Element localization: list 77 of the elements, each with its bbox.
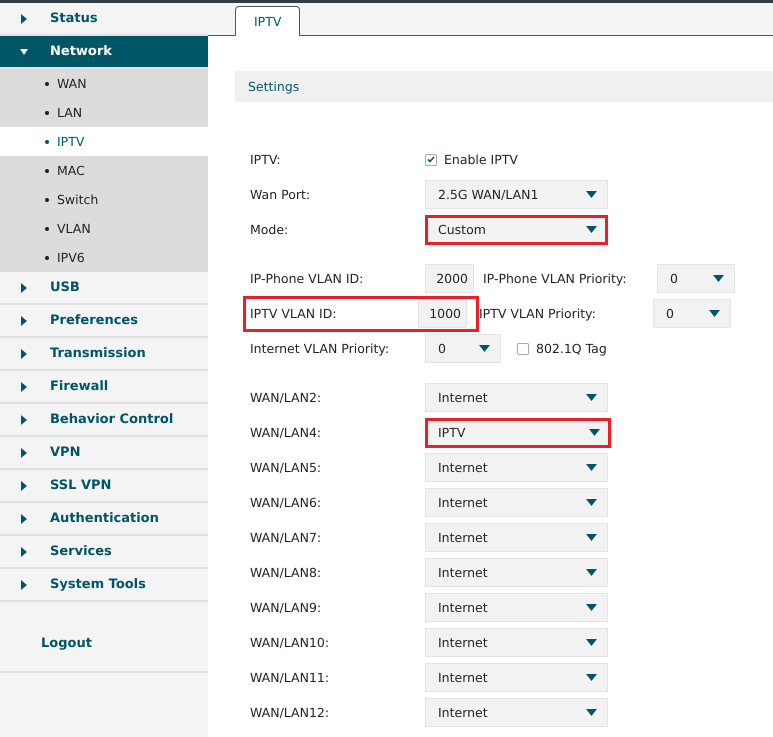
section-title: Settings xyxy=(248,79,300,94)
caret-right-icon xyxy=(20,514,28,524)
dropdown[interactable]: Internet xyxy=(425,453,608,482)
nav-item[interactable]: Network xyxy=(0,36,208,69)
caret-down-icon xyxy=(20,46,28,56)
field-label: WAN/LAN8: xyxy=(250,565,322,580)
caret-right-icon xyxy=(20,348,28,358)
nav-subitem[interactable]: MAC xyxy=(0,156,208,185)
dropdown[interactable]: Internet xyxy=(425,663,608,692)
field-label: Internet VLAN Priority: xyxy=(250,341,390,356)
field-label: WAN/LAN10: xyxy=(250,635,330,650)
dropdown[interactable]: 2.5G WAN/LAN1 xyxy=(425,180,608,209)
field-label: IPTV VLAN ID: xyxy=(250,306,338,321)
dropdown[interactable]: Internet xyxy=(425,488,608,517)
caret-icon xyxy=(479,345,490,352)
dropdown[interactable]: Internet xyxy=(425,593,608,622)
nav-subitem[interactable]: IPV6 xyxy=(0,243,208,272)
caret-icon xyxy=(713,275,724,282)
caret-icon xyxy=(586,569,597,576)
field-label: IP-Phone VLAN Priority: xyxy=(483,271,628,286)
field-label: IP-Phone VLAN ID: xyxy=(250,271,364,286)
caret-icon xyxy=(586,639,597,646)
input-field[interactable]: 2000 xyxy=(425,264,474,293)
caret-right-icon xyxy=(20,316,28,326)
nav-subitem[interactable]: IPTV xyxy=(0,127,208,156)
caret-icon xyxy=(586,394,597,401)
caret-icon xyxy=(589,429,600,436)
nav-subitem[interactable]: LAN xyxy=(0,98,208,127)
caret-right-icon xyxy=(20,546,28,556)
checkbox[interactable] xyxy=(517,342,529,354)
caret-right-icon xyxy=(20,448,28,458)
caret-icon xyxy=(586,464,597,471)
caret-right-icon xyxy=(20,580,28,590)
field-label: Wan Port: xyxy=(250,187,312,202)
dropdown[interactable]: IPTV xyxy=(425,418,611,448)
field-label: WAN/LAN2: xyxy=(250,390,322,405)
field-label: Mode: xyxy=(250,222,290,237)
caret-right-icon xyxy=(20,282,28,292)
tab[interactable]: IPTV xyxy=(235,6,300,36)
field-label: WAN/LAN5: xyxy=(250,460,322,475)
dropdown[interactable]: 0 xyxy=(425,334,501,363)
field-label: IPTV: xyxy=(250,152,282,167)
dropdown[interactable]: Internet xyxy=(425,698,608,727)
dropdown[interactable]: 0 xyxy=(653,299,731,328)
field-label: IPTV VLAN Priority: xyxy=(479,306,597,321)
checkbox-label: 802.1Q Tag xyxy=(536,341,607,356)
input-field[interactable]: 1000 xyxy=(418,299,467,328)
caret-icon xyxy=(586,674,597,681)
checkbox-label: Enable IPTV xyxy=(444,152,518,167)
caret-icon xyxy=(586,534,597,541)
caret-right-icon xyxy=(20,382,28,392)
dropdown[interactable]: Internet xyxy=(425,383,608,412)
logout-link[interactable]: Logout xyxy=(41,636,92,651)
caret-icon xyxy=(586,499,597,506)
caret-icon xyxy=(586,604,597,611)
dropdown[interactable]: Internet xyxy=(425,523,608,552)
nav-subitem[interactable]: VLAN xyxy=(0,214,208,243)
caret-icon xyxy=(586,226,597,233)
nav-subitem[interactable]: WAN xyxy=(0,69,208,98)
dropdown[interactable]: Custom xyxy=(425,214,608,244)
field-label: WAN/LAN11: xyxy=(250,670,330,685)
nav-subitem[interactable]: Switch xyxy=(0,185,208,214)
field-label: WAN/LAN9: xyxy=(250,600,322,615)
caret-right-icon xyxy=(20,480,28,490)
field-label: WAN/LAN6: xyxy=(250,495,322,510)
caret-right-icon xyxy=(20,14,28,24)
caret-icon xyxy=(586,709,597,716)
checkbox[interactable] xyxy=(425,154,437,166)
caret-icon xyxy=(586,191,597,198)
field-label: WAN/LAN7: xyxy=(250,530,322,545)
caret-icon xyxy=(709,310,720,317)
dropdown[interactable]: 0 xyxy=(657,264,735,293)
field-label: WAN/LAN12: xyxy=(250,705,330,720)
field-label: WAN/LAN4: xyxy=(250,425,322,440)
dropdown[interactable]: Internet xyxy=(425,628,608,657)
dropdown[interactable]: Internet xyxy=(425,558,608,587)
caret-right-icon xyxy=(20,414,28,424)
